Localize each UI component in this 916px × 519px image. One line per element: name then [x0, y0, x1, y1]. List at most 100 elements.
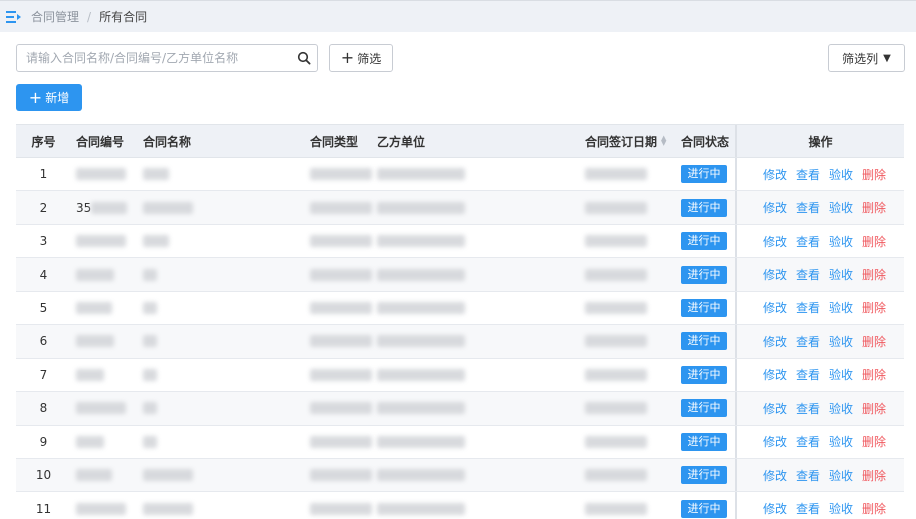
table-header: 序号 合同编号 合同名称 合同类型 乙方单位 合同签订日期 ▲ ▼ 合同状态 操作 — [16, 125, 904, 158]
edit-link[interactable]: 修改 — [763, 233, 787, 250]
row-code — [71, 426, 138, 458]
row-type — [305, 426, 372, 458]
row-status: 进行中 — [681, 292, 735, 324]
delete-link[interactable]: 删除 — [862, 333, 886, 350]
menu-toggle-icon[interactable] — [3, 6, 25, 28]
status-badge: 进行中 — [681, 332, 727, 351]
delete-link[interactable]: 删除 — [862, 166, 886, 183]
redacted-name — [143, 301, 157, 314]
accept-link[interactable]: 验收 — [829, 433, 853, 450]
view-link[interactable]: 查看 — [796, 333, 820, 350]
row-sign-date — [580, 258, 681, 290]
view-link[interactable]: 查看 — [796, 166, 820, 183]
redacted-type — [310, 335, 372, 348]
table-row: 6 进行中 修改 查看 验收 删除 — [16, 325, 904, 359]
row-actions: 修改 查看 验收 删除 — [735, 325, 904, 358]
search-icon[interactable] — [291, 45, 317, 71]
header-sign-date[interactable]: 合同签订日期 ▲ ▼ — [580, 125, 681, 157]
header-ops: 操作 — [735, 125, 904, 157]
row-sign-date — [580, 459, 681, 491]
delete-link[interactable]: 删除 — [862, 467, 886, 484]
status-badge: 进行中 — [681, 265, 727, 284]
table-row: 5 进行中 修改 查看 验收 删除 — [16, 291, 904, 326]
row-no: 3 — [39, 234, 48, 249]
view-link[interactable]: 查看 — [796, 433, 820, 450]
search-box — [16, 44, 318, 72]
row-sign-date — [580, 359, 681, 391]
row-name — [138, 258, 305, 290]
view-link[interactable]: 查看 — [796, 500, 820, 517]
breadcrumb-separator: / — [87, 9, 92, 24]
add-button[interactable]: + 新增 — [16, 84, 82, 111]
row-status: 进行中 — [681, 158, 735, 190]
view-link[interactable]: 查看 — [796, 366, 820, 383]
edit-link[interactable]: 修改 — [763, 166, 787, 183]
search-input[interactable] — [17, 45, 291, 71]
accept-link[interactable]: 验收 — [829, 500, 853, 517]
row-type — [305, 258, 372, 290]
filter-columns-button[interactable]: 筛选列 ▼ — [828, 44, 905, 72]
row-code — [71, 492, 138, 519]
view-link[interactable]: 查看 — [796, 233, 820, 250]
row-type — [305, 292, 372, 324]
view-link[interactable]: 查看 — [796, 400, 820, 417]
row-party — [372, 492, 580, 519]
redacted-name — [143, 268, 157, 281]
accept-link[interactable]: 验收 — [829, 299, 853, 316]
redacted-party — [377, 469, 465, 482]
redacted-type — [310, 301, 372, 314]
table-body: 1 进行中 修改 查看 验收 删除 2 35 进行中 修改 查看 验收 删除 3 进行中 修改 查看 验收 删除 4 进… — [16, 158, 904, 519]
accept-link[interactable]: 验收 — [829, 333, 853, 350]
delete-link[interactable]: 删除 — [862, 266, 886, 283]
accept-link[interactable]: 验收 — [829, 266, 853, 283]
view-link[interactable]: 查看 — [796, 199, 820, 216]
edit-link[interactable]: 修改 — [763, 266, 787, 283]
accept-link[interactable]: 验收 — [829, 467, 853, 484]
header-party: 乙方单位 — [377, 134, 426, 149]
row-name — [138, 191, 305, 223]
filter-button[interactable]: + 筛选 — [329, 44, 393, 72]
edit-link[interactable]: 修改 — [763, 433, 787, 450]
edit-link[interactable]: 修改 — [763, 500, 787, 517]
row-name — [138, 392, 305, 424]
delete-link[interactable]: 删除 — [862, 400, 886, 417]
accept-link[interactable]: 验收 — [829, 366, 853, 383]
row-type — [305, 158, 372, 190]
row-status: 进行中 — [681, 191, 735, 223]
accept-link[interactable]: 验收 — [829, 199, 853, 216]
accept-link[interactable]: 验收 — [829, 400, 853, 417]
row-no: 8 — [39, 401, 48, 416]
redacted-date — [585, 502, 647, 515]
delete-link[interactable]: 删除 — [862, 299, 886, 316]
status-badge: 进行中 — [681, 198, 727, 217]
edit-link[interactable]: 修改 — [763, 299, 787, 316]
delete-link[interactable]: 删除 — [862, 433, 886, 450]
edit-link[interactable]: 修改 — [763, 467, 787, 484]
view-link[interactable]: 查看 — [796, 299, 820, 316]
delete-link[interactable]: 删除 — [862, 233, 886, 250]
edit-link[interactable]: 修改 — [763, 400, 787, 417]
row-status: 进行中 — [681, 225, 735, 257]
row-status: 进行中 — [681, 258, 735, 290]
edit-link[interactable]: 修改 — [763, 199, 787, 216]
row-type — [305, 225, 372, 257]
view-link[interactable]: 查看 — [796, 467, 820, 484]
redacted-code — [76, 268, 114, 281]
delete-link[interactable]: 删除 — [862, 500, 886, 517]
edit-link[interactable]: 修改 — [763, 333, 787, 350]
breadcrumb: 合同管理 / 所有合同 — [31, 8, 147, 25]
accept-link[interactable]: 验收 — [829, 233, 853, 250]
row-code — [71, 258, 138, 290]
redacted-date — [585, 368, 647, 381]
breadcrumb-contract-management[interactable]: 合同管理 — [31, 8, 79, 25]
view-link[interactable]: 查看 — [796, 266, 820, 283]
row-status: 进行中 — [681, 359, 735, 391]
status-badge: 进行中 — [681, 499, 727, 518]
edit-link[interactable]: 修改 — [763, 366, 787, 383]
row-type — [305, 392, 372, 424]
delete-link[interactable]: 删除 — [862, 366, 886, 383]
accept-link[interactable]: 验收 — [829, 166, 853, 183]
delete-link[interactable]: 删除 — [862, 199, 886, 216]
row-type — [305, 459, 372, 491]
sort-icon[interactable]: ▲ ▼ — [661, 135, 666, 147]
